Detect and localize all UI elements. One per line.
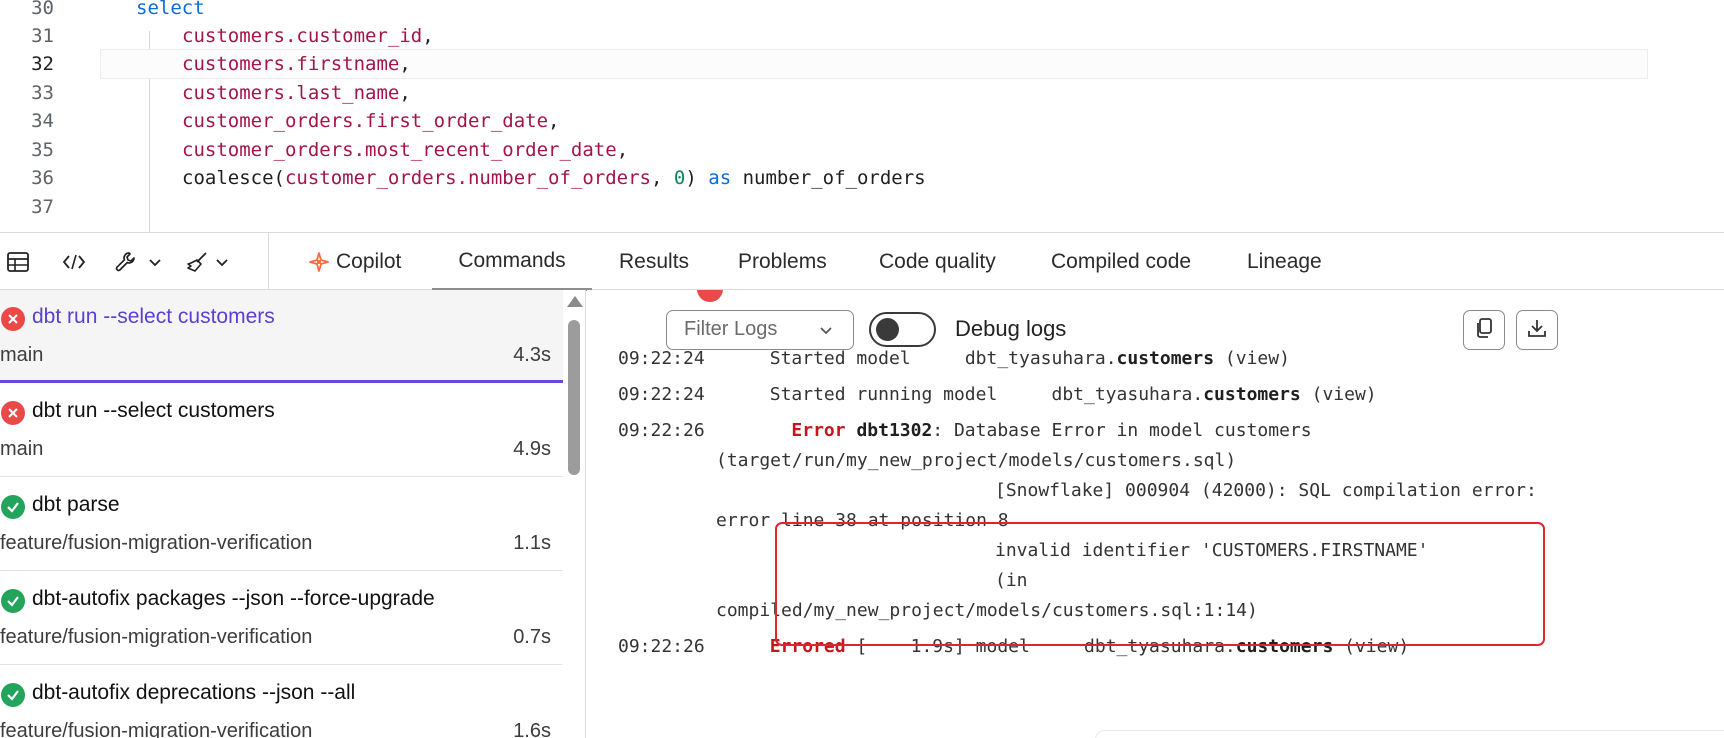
tab-label: Problems [738, 250, 827, 273]
copilot-icon [308, 251, 330, 273]
log-panel: Filter Logs Debug logs 09:22:24 Started … [587, 290, 1724, 738]
tab-label: Compiled code [1051, 250, 1192, 273]
command-branch: main [0, 344, 44, 366]
command-item[interactable]: dbt run --select customers main 4.3s [0, 290, 563, 383]
tab-results[interactable]: Results [619, 233, 689, 291]
line-number: 31 [31, 25, 54, 47]
tab-label: Lineage [1247, 250, 1322, 273]
line-number: 37 [31, 196, 54, 218]
bottom-panel-tabbar: Copilot Commands Results Problems Code q… [0, 232, 1724, 291]
log-line: (target/run/my_new_project/models/custom… [716, 450, 1237, 471]
toolbar-divider [268, 233, 269, 291]
code-text: customer_orders.most_recent_order_date, [182, 139, 629, 161]
chevron-down-icon [819, 323, 833, 342]
code-line[interactable]: 35 customer_orders.most_recent_order_dat… [0, 135, 1724, 166]
chevron-down-icon[interactable] [147, 233, 163, 291]
tab-problems[interactable]: Problems [738, 233, 827, 291]
scrollbar-thumb[interactable] [568, 320, 580, 475]
tab-compiled-code[interactable]: Compiled code [1051, 233, 1191, 291]
line-number: 32 [31, 53, 54, 75]
command-branch: feature/fusion-migration-verification [0, 720, 313, 738]
code-line[interactable]: 37 [0, 192, 1724, 223]
command-duration: 1.6s [513, 720, 551, 738]
broom-icon[interactable] [185, 233, 209, 291]
log-line: [Snowflake] 000904 (42000): SQL compilat… [995, 480, 1537, 501]
code-line[interactable]: 31 customers.customer_id, [0, 21, 1724, 52]
command-branch: feature/fusion-migration-verification [0, 532, 313, 554]
command-title: dbt-autofix deprecations --json --all [32, 681, 356, 704]
command-duration: 4.3s [513, 344, 551, 366]
error-status-dot [697, 290, 723, 302]
command-branch: main [0, 438, 44, 460]
wrench-icon[interactable] [114, 233, 138, 291]
tab-label: Results [619, 250, 690, 273]
copy-icon [1474, 317, 1494, 343]
code-line[interactable]: 33 customers.last_name, [0, 78, 1724, 109]
line-number: 36 [31, 167, 54, 189]
code-line-current[interactable]: 32 customers.firstname, [0, 49, 1724, 80]
tab-code-quality[interactable]: Code quality [879, 233, 996, 291]
code-editor[interactable]: 30 select 31 customers.customer_id, 32 c… [0, 0, 1724, 232]
tab-label: Commands [458, 248, 566, 272]
command-branch: feature/fusion-migration-verification [0, 626, 313, 648]
command-item[interactable]: dbt run --select customers main 4.9s [0, 384, 563, 477]
code-line[interactable]: 36 coalesce(customer_orders.number_of_or… [0, 163, 1724, 194]
line-number: 33 [31, 82, 54, 104]
command-item[interactable]: dbt-autofix deprecations --json --all fe… [0, 666, 563, 738]
command-duration: 0.7s [513, 626, 551, 648]
command-title: dbt parse [32, 493, 120, 516]
overlay-edge [1095, 730, 1724, 738]
log-line: 09:22:24 Started running model dbt_tyasu… [618, 384, 1377, 405]
success-icon [1, 589, 25, 613]
log-line: 09:22:24 Started model dbt_tyasuhara.cus… [618, 348, 1290, 369]
success-icon [1, 495, 25, 519]
command-item[interactable]: dbt parse feature/fusion-migration-verif… [0, 478, 563, 571]
code-text: customers.last_name, [182, 82, 411, 104]
code-text: customers.customer_id, [182, 25, 434, 47]
line-number: 35 [31, 139, 54, 161]
toggle-knob [876, 318, 899, 341]
tab-commands[interactable]: Commands [432, 233, 592, 291]
error-highlight-box [775, 522, 1545, 646]
tab-lineage[interactable]: Lineage [1247, 233, 1322, 291]
chevron-down-icon[interactable] [214, 233, 230, 291]
tab-label: Copilot [336, 250, 402, 273]
debug-logs-label: Debug logs [955, 316, 1067, 341]
line-number: 34 [31, 110, 54, 132]
code-icon[interactable] [62, 233, 86, 291]
success-icon [1, 683, 25, 707]
code-text: customer_orders.first_order_date, [182, 110, 560, 132]
table-icon[interactable] [6, 233, 30, 291]
filter-logs-placeholder: Filter Logs [684, 318, 778, 340]
command-item[interactable]: dbt-autofix packages --json --force-upgr… [0, 572, 563, 665]
download-icon [1526, 317, 1548, 343]
code-text: coalesce(customer_orders.number_of_order… [182, 167, 926, 189]
debug-logs-toggle[interactable] [869, 312, 936, 347]
command-title: dbt run --select customers [32, 305, 275, 328]
code-text: customers.firstname, [182, 53, 411, 75]
code-line[interactable]: 34 customer_orders.first_order_date, [0, 106, 1724, 137]
command-duration: 4.9s [513, 438, 551, 460]
command-duration: 1.1s [513, 532, 551, 554]
error-icon [1, 401, 25, 425]
log-line-error: 09:22:26 Error dbt1302: Database Error i… [618, 420, 1312, 441]
error-icon [1, 307, 25, 331]
command-history-list[interactable]: dbt run --select customers main 4.3s dbt… [0, 290, 586, 738]
command-title: dbt-autofix packages --json --force-upgr… [32, 587, 435, 610]
copy-logs-button[interactable] [1463, 310, 1505, 350]
tab-copilot[interactable]: Copilot [308, 233, 401, 291]
tab-label: Code quality [879, 250, 996, 273]
download-logs-button[interactable] [1516, 310, 1558, 350]
scroll-up-arrow-icon[interactable] [567, 296, 583, 307]
command-title: dbt run --select customers [32, 399, 275, 422]
